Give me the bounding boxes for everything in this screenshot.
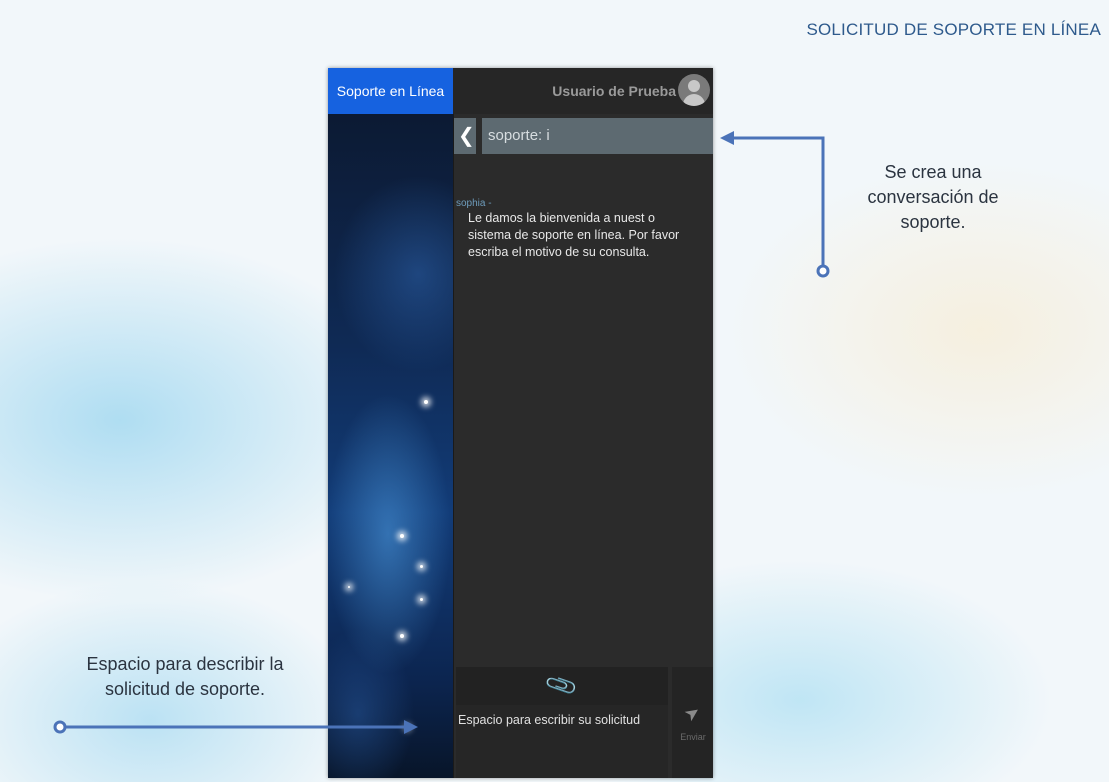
send-label: Enviar — [680, 732, 706, 742]
star-decoration — [424, 400, 428, 404]
star-decoration — [420, 565, 423, 568]
annotation-right-line: conversación de — [867, 187, 999, 207]
support-app-window: Soporte en Línea Usuario de Prueba ❮ sop… — [328, 68, 713, 778]
star-decoration — [406, 726, 409, 729]
user-avatar-icon[interactable] — [678, 74, 710, 106]
chevron-left-icon[interactable]: ❮ — [458, 124, 475, 148]
request-input-area — [456, 705, 668, 778]
annotation-right-line: soporte. — [900, 212, 966, 232]
tab-soporte-en-linea[interactable]: Soporte en Línea — [328, 68, 453, 114]
star-decoration — [400, 534, 404, 538]
app-topbar: Soporte en Línea Usuario de Prueba — [328, 68, 713, 114]
header-divider — [476, 118, 482, 154]
annotation-left-line: solicitud de soporte. — [104, 679, 266, 699]
page-title: SOLICITUD DE SOPORTE EN LÍNEA — [806, 20, 1101, 39]
send-button[interactable]: ➤ Enviar — [672, 667, 713, 778]
chat-panel: ❮ soporte: i sophia - Le damos la bienve… — [453, 114, 713, 778]
message-composer: 📎 ➤ Enviar — [456, 667, 713, 778]
user-name: Usuario de Prueba — [552, 83, 676, 99]
chat-header: ❮ soporte: i — [454, 118, 713, 154]
callout-dot-left — [53, 720, 67, 734]
annotation-left-line: Espacio para describir la — [86, 654, 284, 674]
paperclip-icon[interactable]: 📎 — [544, 668, 581, 704]
attach-bar: 📎 — [456, 667, 668, 705]
annotation-left: Espacio para describir la solicitud de s… — [50, 652, 320, 702]
annotation-right: Se crea una conversación de soporte. — [838, 160, 1028, 235]
arrowhead-right — [720, 131, 734, 145]
message-text: Le damos la bienvenida a nuest o sistema… — [468, 211, 680, 259]
chat-title: soporte: i — [488, 127, 550, 144]
star-decoration — [420, 598, 423, 601]
annotation-right-line: Se crea una — [884, 162, 982, 182]
paper-plane-icon: ➤ — [680, 700, 705, 726]
callout-dot-right — [816, 264, 830, 278]
space-background-panel — [328, 114, 453, 778]
callout-line-right — [730, 136, 825, 268]
request-input[interactable] — [456, 705, 668, 778]
star-decoration — [348, 586, 350, 588]
message-sender: sophia - — [456, 198, 492, 209]
star-decoration — [400, 634, 404, 638]
